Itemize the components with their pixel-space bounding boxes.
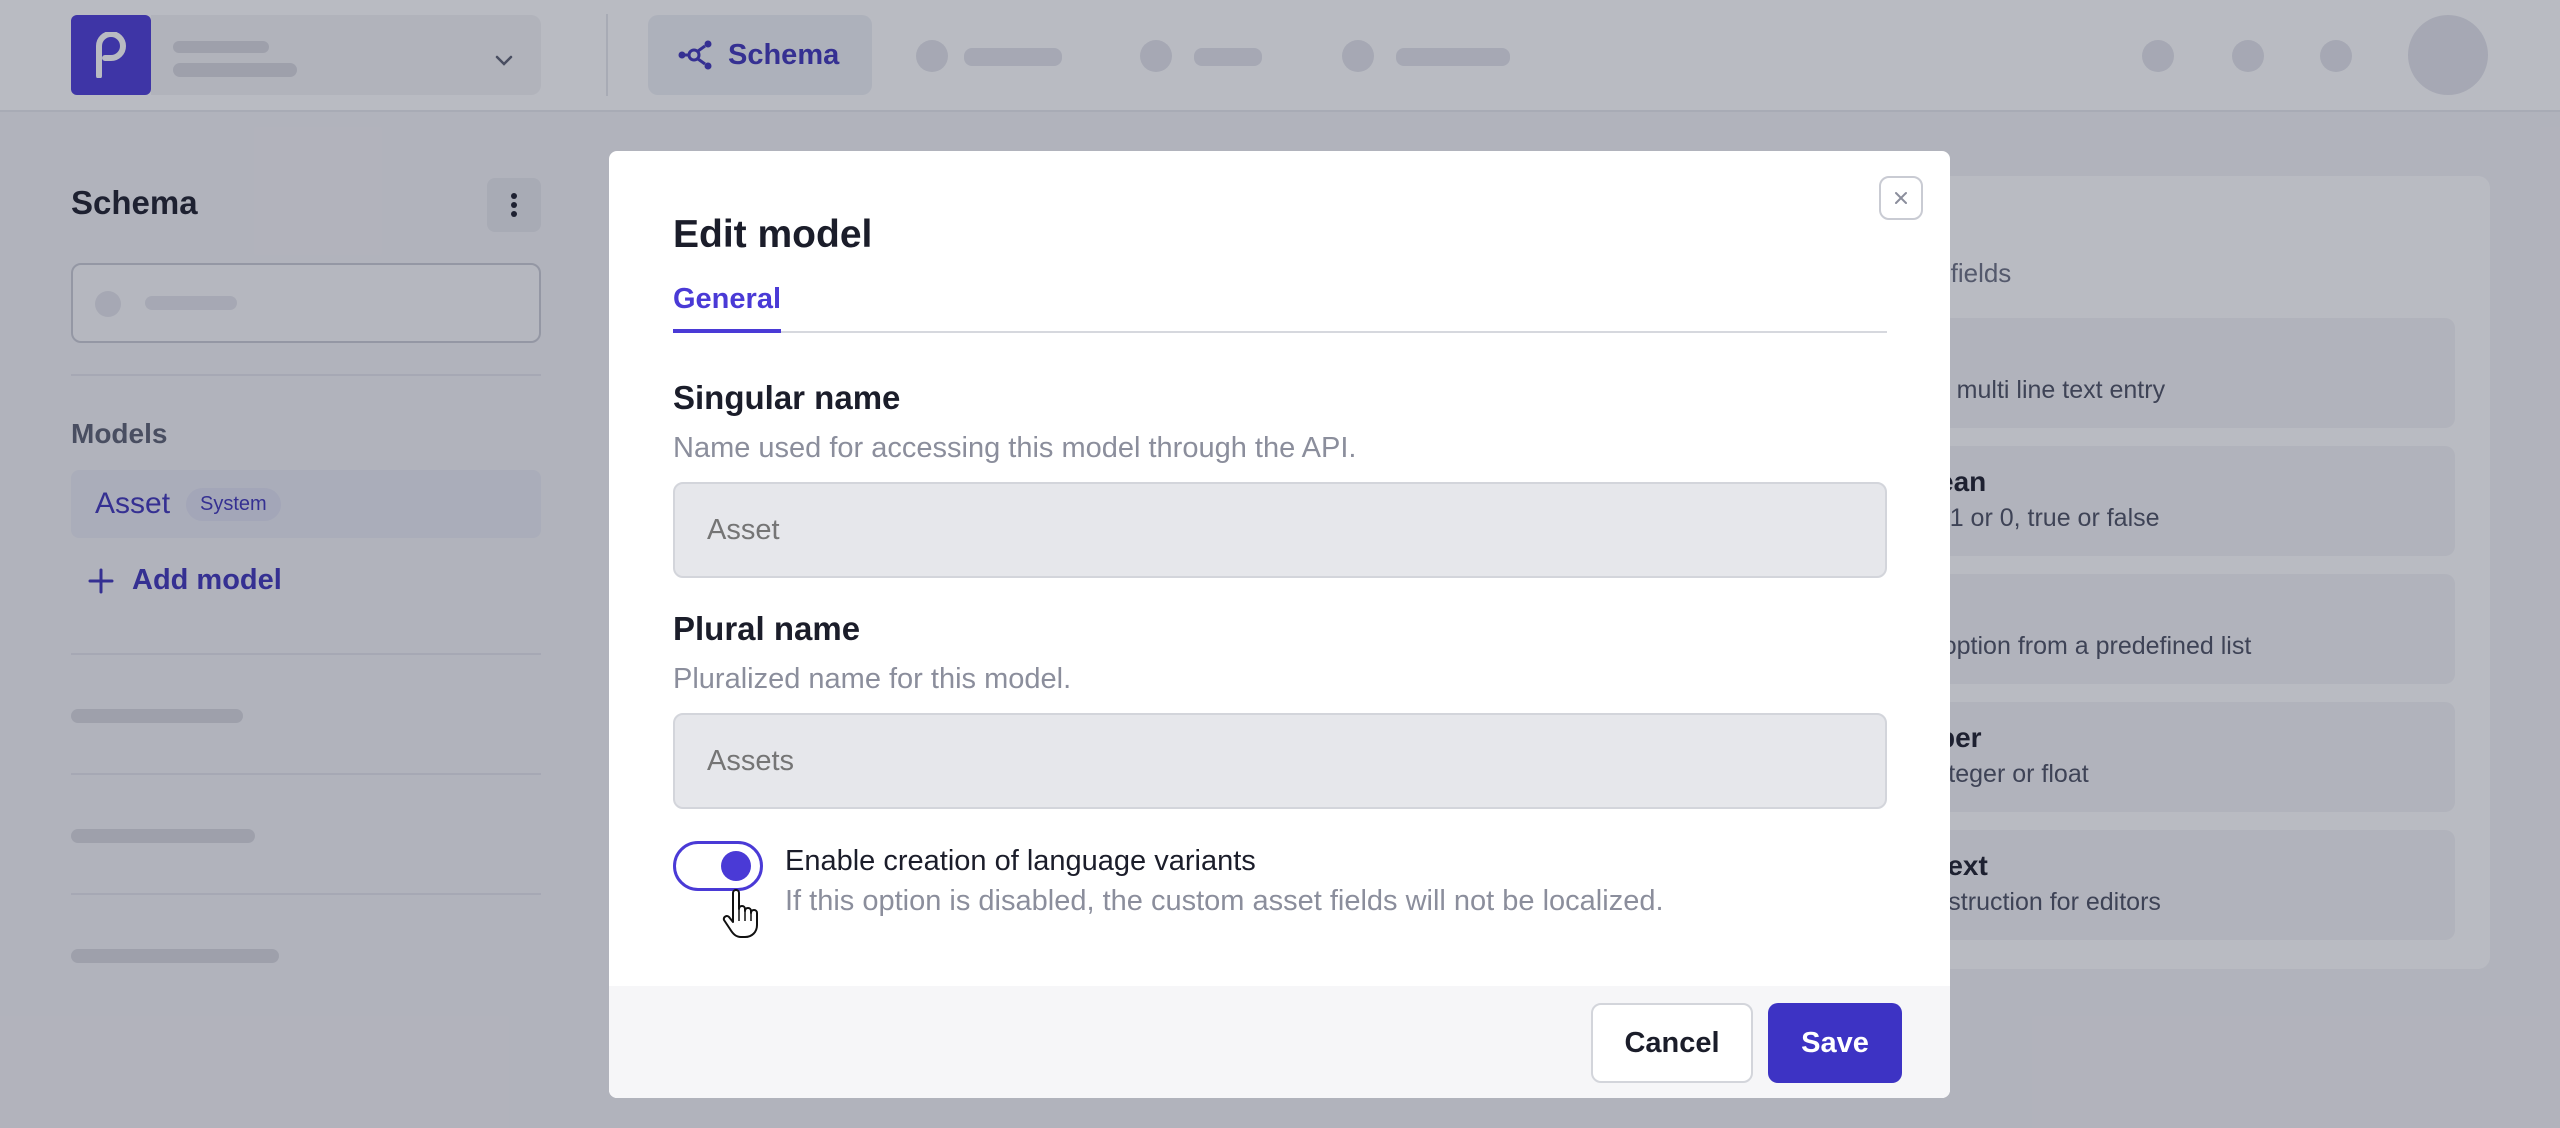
- singular-name-input[interactable]: [673, 482, 1887, 578]
- close-icon: [1895, 192, 1907, 204]
- plural-name-help: Pluralized name for this model.: [673, 663, 1072, 695]
- dialog-tabs: General: [673, 283, 1887, 333]
- language-variants-label: Enable creation of language variants: [785, 845, 1256, 877]
- singular-name-label: Singular name: [673, 379, 901, 416]
- language-variants-help: If this option is disabled, the custom a…: [785, 885, 1664, 917]
- plural-name-input[interactable]: [673, 713, 1887, 809]
- singular-name-help: Name used for accessing this model throu…: [673, 432, 1357, 464]
- hand-pointer-icon: [722, 889, 758, 938]
- dialog-footer: Cancel Save: [609, 986, 1950, 1098]
- dialog-title: Edit model: [673, 213, 873, 256]
- plural-name-label: Plural name: [673, 610, 861, 647]
- cancel-button[interactable]: Cancel: [1591, 1003, 1753, 1083]
- tab-general[interactable]: General: [673, 283, 781, 333]
- language-variants-toggle[interactable]: [673, 841, 763, 891]
- close-button[interactable]: [1879, 176, 1923, 220]
- toggle-knob: [721, 851, 751, 881]
- edit-model-dialog: Edit model General Singular name Name us…: [609, 151, 1950, 1098]
- save-button[interactable]: Save: [1768, 1003, 1902, 1083]
